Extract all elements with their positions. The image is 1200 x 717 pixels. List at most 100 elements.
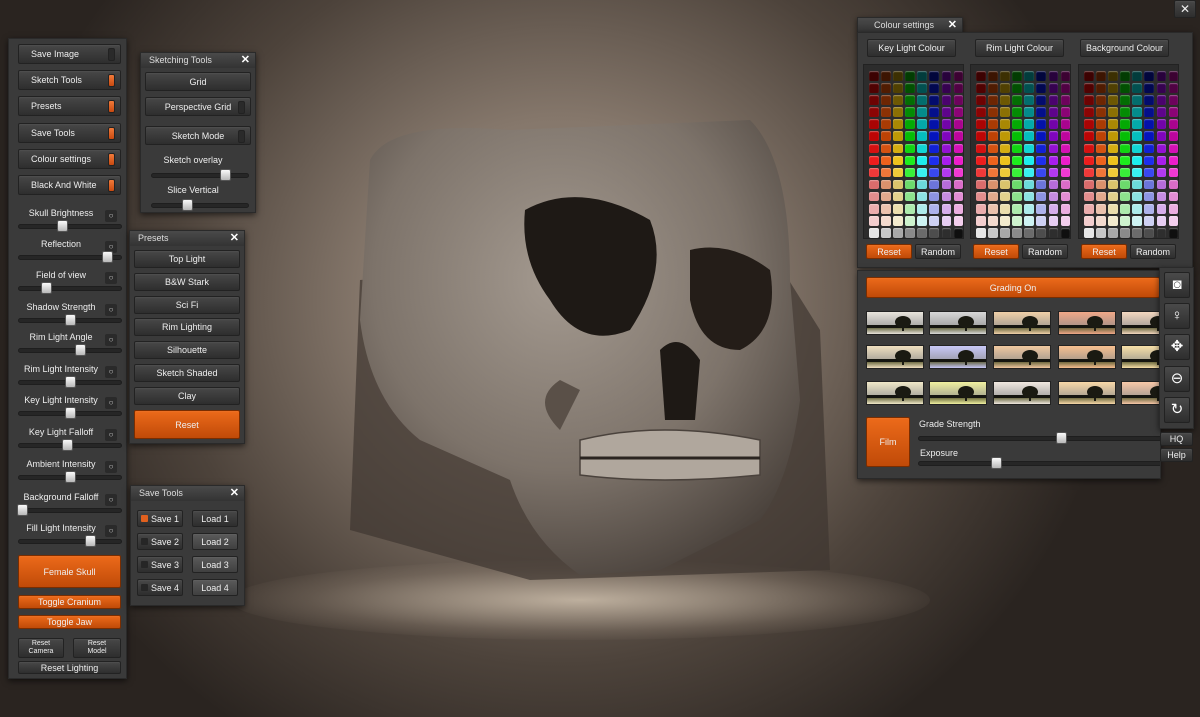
colour-swatch[interactable] xyxy=(1108,191,1118,202)
colour-swatch[interactable] xyxy=(905,191,915,202)
reset-slider-icon[interactable]: ○ xyxy=(105,210,117,222)
colour-swatch[interactable] xyxy=(917,191,927,202)
colour-swatch[interactable] xyxy=(929,71,939,81)
colour-swatch[interactable] xyxy=(869,119,879,129)
grade-preset-thumbnail[interactable] xyxy=(1058,345,1116,369)
colour-swatch[interactable] xyxy=(1024,179,1034,190)
preset-button[interactable]: Sci Fi xyxy=(134,295,240,314)
colour-swatch[interactable] xyxy=(1168,143,1179,154)
colour-swatch[interactable] xyxy=(1036,107,1046,117)
sketch-mode-toggle[interactable]: Sketch Mode xyxy=(145,126,251,145)
colour-swatch[interactable] xyxy=(1144,228,1154,238)
colour-swatch[interactable] xyxy=(1120,119,1130,129)
colour-swatch[interactable] xyxy=(1084,216,1094,226)
colour-swatch[interactable] xyxy=(1132,119,1142,129)
colour-swatch[interactable] xyxy=(929,83,939,93)
colour-swatch[interactable] xyxy=(1168,83,1179,93)
colour-swatch[interactable] xyxy=(1156,216,1167,226)
colour-swatch[interactable] xyxy=(893,95,903,105)
exposure-slider[interactable] xyxy=(918,457,1160,469)
colour-swatch[interactable] xyxy=(929,107,939,117)
colour-swatch[interactable] xyxy=(1060,71,1071,81)
colour-swatch[interactable] xyxy=(881,143,891,154)
preset-button[interactable]: Top Light xyxy=(134,250,240,268)
colour-swatch[interactable] xyxy=(941,155,952,166)
colour-swatch[interactable] xyxy=(1096,83,1106,93)
colour-swatch[interactable] xyxy=(1132,155,1142,166)
colour-swatch[interactable] xyxy=(1036,95,1046,105)
colour-swatch[interactable] xyxy=(1084,204,1094,214)
grade-preset-thumbnail[interactable] xyxy=(993,311,1051,335)
colour-swatch[interactable] xyxy=(893,228,903,238)
colour-swatch[interactable] xyxy=(941,167,952,178)
colour-swatch[interactable] xyxy=(917,228,927,238)
colour-swatch[interactable] xyxy=(893,216,903,226)
colour-swatch[interactable] xyxy=(988,179,998,190)
colour-swatch[interactable] xyxy=(1120,204,1130,214)
colour-swatch[interactable] xyxy=(1048,179,1059,190)
colour-swatch[interactable] xyxy=(1024,95,1034,105)
grading-on-button[interactable]: Grading On xyxy=(866,277,1160,298)
colour-swatch[interactable] xyxy=(1168,191,1179,202)
colour-swatch[interactable] xyxy=(1144,107,1154,117)
colour-swatch[interactable] xyxy=(869,191,879,202)
toggle-button[interactable]: Colour settings xyxy=(18,148,121,169)
colour-swatch[interactable] xyxy=(1108,228,1118,238)
colour-swatch[interactable] xyxy=(905,71,915,81)
save-slot-button[interactable]: Save 1 xyxy=(137,510,183,527)
colour-swatch[interactable] xyxy=(1120,83,1130,93)
colour-swatch[interactable] xyxy=(929,179,939,190)
colour-swatch[interactable] xyxy=(917,107,927,117)
colour-swatch[interactable] xyxy=(1060,179,1071,190)
colour-swatch[interactable] xyxy=(1000,143,1010,154)
female-skull-button[interactable]: Female Skull xyxy=(18,555,121,588)
colour-swatch[interactable] xyxy=(1048,155,1059,166)
slider-thumb[interactable] xyxy=(65,407,76,419)
colour-swatch[interactable] xyxy=(1000,155,1010,166)
colour-target-button[interactable]: Rim Light Colour xyxy=(975,39,1064,57)
close-icon[interactable]: ✕ xyxy=(230,486,239,501)
slider-thumb[interactable] xyxy=(65,314,76,326)
colour-swatch[interactable] xyxy=(1000,95,1010,105)
colour-swatch[interactable] xyxy=(1036,216,1046,226)
colour-swatch[interactable] xyxy=(1096,95,1106,105)
colour-swatch[interactable] xyxy=(1108,119,1118,129)
slider-thumb[interactable] xyxy=(75,344,87,356)
colour-swatch[interactable] xyxy=(1156,119,1167,129)
colour-swatch[interactable] xyxy=(893,167,903,178)
reset-slider-icon[interactable]: ○ xyxy=(105,397,117,409)
colour-swatch[interactable] xyxy=(1024,119,1034,129)
reset-slider-icon[interactable]: ○ xyxy=(105,334,117,346)
load-slot-button[interactable]: Load 4 xyxy=(192,579,238,596)
colour-swatch[interactable] xyxy=(1168,228,1179,238)
colour-swatch[interactable] xyxy=(905,131,915,141)
colour-swatch[interactable] xyxy=(881,216,891,226)
colour-swatch[interactable] xyxy=(1012,216,1022,226)
colour-swatch[interactable] xyxy=(1036,155,1046,166)
colour-swatch[interactable] xyxy=(905,143,915,154)
colour-swatch[interactable] xyxy=(1096,204,1106,214)
colour-swatch[interactable] xyxy=(1120,155,1130,166)
colour-swatch[interactable] xyxy=(1156,228,1167,238)
lighting-slider[interactable] xyxy=(18,251,122,263)
sketch-overlay-slider[interactable] xyxy=(151,169,249,181)
colour-swatch[interactable] xyxy=(941,95,952,105)
colour-swatch[interactable] xyxy=(929,131,939,141)
colour-swatch[interactable] xyxy=(1024,83,1034,93)
grade-preset-thumbnail[interactable] xyxy=(866,345,924,369)
colour-swatch[interactable] xyxy=(1024,216,1034,226)
colour-swatch[interactable] xyxy=(1120,107,1130,117)
colour-swatch[interactable] xyxy=(1012,191,1022,202)
colour-swatch[interactable] xyxy=(1000,71,1010,81)
colour-swatch[interactable] xyxy=(1168,71,1179,81)
colour-swatch[interactable] xyxy=(1132,179,1142,190)
colour-swatch[interactable] xyxy=(1084,95,1094,105)
colour-swatch[interactable] xyxy=(1132,83,1142,93)
lighting-slider[interactable] xyxy=(18,344,122,356)
colour-swatch[interactable] xyxy=(1156,143,1167,154)
colour-swatch[interactable] xyxy=(1084,155,1094,166)
colour-swatch[interactable] xyxy=(976,228,986,238)
colour-swatch[interactable] xyxy=(988,131,998,141)
lightbulb-icon[interactable]: ♀ xyxy=(1164,303,1190,329)
colour-swatch[interactable] xyxy=(1012,167,1022,178)
